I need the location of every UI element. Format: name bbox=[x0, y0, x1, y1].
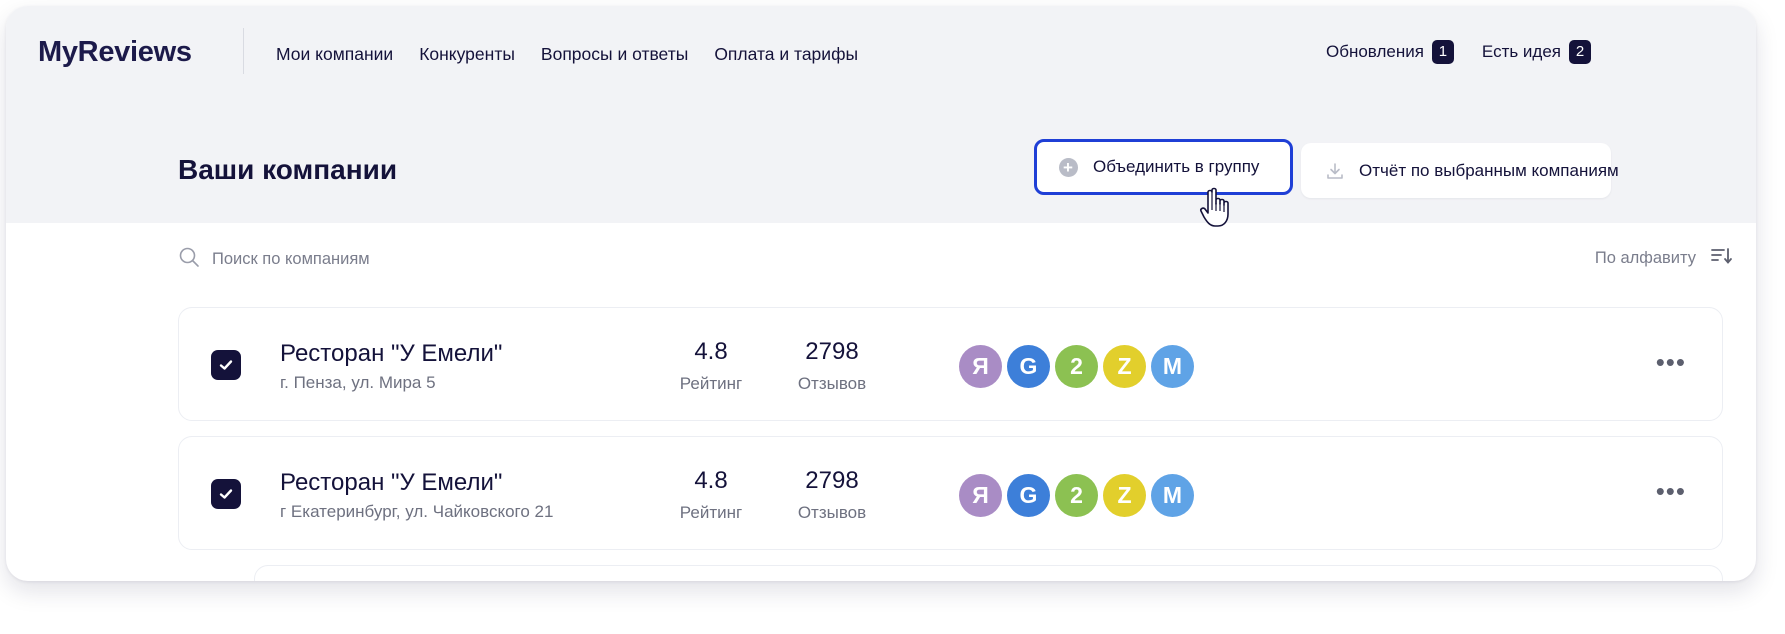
updates-count-badge: 1 bbox=[1431, 40, 1454, 64]
yandex-icon[interactable]: Я bbox=[959, 345, 1002, 388]
rating-stat: 4.8 Рейтинг bbox=[669, 467, 753, 523]
company-name[interactable]: Ресторан "У Емели" bbox=[280, 340, 502, 368]
merge-group-button[interactable]: + Объединить в группу bbox=[1034, 139, 1293, 195]
company-card-partial bbox=[254, 565, 1723, 581]
company-checkbox[interactable] bbox=[211, 479, 241, 509]
nav-item-competitors[interactable]: Конкуренты bbox=[419, 44, 515, 65]
page-title: Ваши компании bbox=[178, 154, 398, 185]
reviews-value: 2798 bbox=[805, 467, 859, 494]
nav-item-qa[interactable]: Вопросы и ответы bbox=[541, 44, 688, 65]
sort-control[interactable]: По алфавиту bbox=[1595, 246, 1734, 271]
plus-circle-icon: + bbox=[1057, 156, 1079, 178]
yandex-icon[interactable]: Я bbox=[959, 474, 1002, 517]
reviews-label: Отзывов bbox=[797, 374, 867, 393]
idea-link[interactable]: Есть идея 2 bbox=[1481, 40, 1592, 64]
company-name[interactable]: Ресторан "У Емели" bbox=[280, 469, 502, 497]
sort-label: По алфавиту bbox=[1594, 249, 1696, 267]
top-right-links: Обновления 1 Есть идея 2 bbox=[1326, 40, 1592, 64]
mail-maps-icon[interactable]: M bbox=[1151, 345, 1194, 388]
2gis-icon[interactable]: 2 bbox=[1055, 474, 1098, 517]
download-icon bbox=[1325, 160, 1345, 182]
company-card[interactable]: Ресторан "У Емели" г. Пенза, ул. Мира 5 … bbox=[178, 307, 1723, 421]
google-icon[interactable]: G bbox=[1007, 474, 1050, 517]
mail-maps-icon[interactable]: M bbox=[1151, 474, 1194, 517]
report-label: Отчёт по выбранным компаниям bbox=[1359, 160, 1619, 180]
google-icon[interactable]: G bbox=[1007, 345, 1050, 388]
updates-link[interactable]: Обновления 1 bbox=[1326, 40, 1454, 64]
company-card[interactable]: Ресторан "У Емели" г Екатеринбург, ул. Ч… bbox=[178, 436, 1723, 550]
nav-item-billing[interactable]: Оплата и тарифы bbox=[714, 44, 858, 65]
company-address: г Екатеринбург, ул. Чайковского 21 bbox=[280, 502, 554, 521]
zoon-icon[interactable]: Z bbox=[1103, 474, 1146, 517]
company-address: г. Пенза, ул. Мира 5 bbox=[280, 373, 436, 392]
rating-label: Рейтинг bbox=[679, 374, 743, 393]
report-button[interactable]: Отчёт по выбранным компаниям bbox=[1301, 143, 1619, 198]
company-checkbox[interactable] bbox=[211, 350, 241, 380]
sort-icon bbox=[1710, 246, 1734, 271]
more-options-icon[interactable]: ••• bbox=[1656, 478, 1686, 504]
reviews-label: Отзывов bbox=[797, 503, 867, 522]
zoon-icon[interactable]: Z bbox=[1103, 345, 1146, 388]
top-bar: MyReviews Мои компании Конкуренты Вопрос… bbox=[6, 6, 1756, 96]
rating-value: 4.8 bbox=[694, 467, 728, 494]
reviews-stat: 2798 Отзывов bbox=[782, 338, 882, 394]
rating-label: Рейтинг bbox=[679, 503, 743, 522]
idea-count-badge: 2 bbox=[1569, 40, 1592, 64]
search-input[interactable] bbox=[212, 250, 512, 269]
hand-cursor-icon bbox=[1199, 186, 1239, 230]
divider bbox=[243, 28, 244, 74]
main-nav: Мои компании Конкуренты Вопросы и ответы… bbox=[276, 44, 858, 65]
logo[interactable]: MyReviews bbox=[38, 36, 192, 69]
app-window: MyReviews Мои компании Конкуренты Вопрос… bbox=[6, 6, 1756, 581]
review-sources: Я G 2 Z M bbox=[959, 474, 1194, 517]
rating-stat: 4.8 Рейтинг bbox=[669, 338, 753, 394]
2gis-icon[interactable]: 2 bbox=[1055, 345, 1098, 388]
nav-item-my-companies[interactable]: Мои компании bbox=[276, 44, 393, 65]
idea-label: Есть идея bbox=[1481, 42, 1562, 61]
search-icon bbox=[178, 246, 200, 273]
review-sources: Я G 2 Z M bbox=[959, 345, 1194, 388]
merge-group-label: Объединить в группу bbox=[1093, 157, 1260, 176]
company-search[interactable] bbox=[178, 246, 512, 273]
check-icon bbox=[219, 360, 233, 370]
rating-value: 4.8 bbox=[694, 338, 728, 365]
check-icon bbox=[219, 489, 233, 499]
updates-label: Обновления bbox=[1326, 42, 1424, 61]
reviews-stat: 2798 Отзывов bbox=[782, 467, 882, 523]
reviews-value: 2798 bbox=[805, 338, 859, 365]
more-options-icon[interactable]: ••• bbox=[1656, 349, 1686, 375]
